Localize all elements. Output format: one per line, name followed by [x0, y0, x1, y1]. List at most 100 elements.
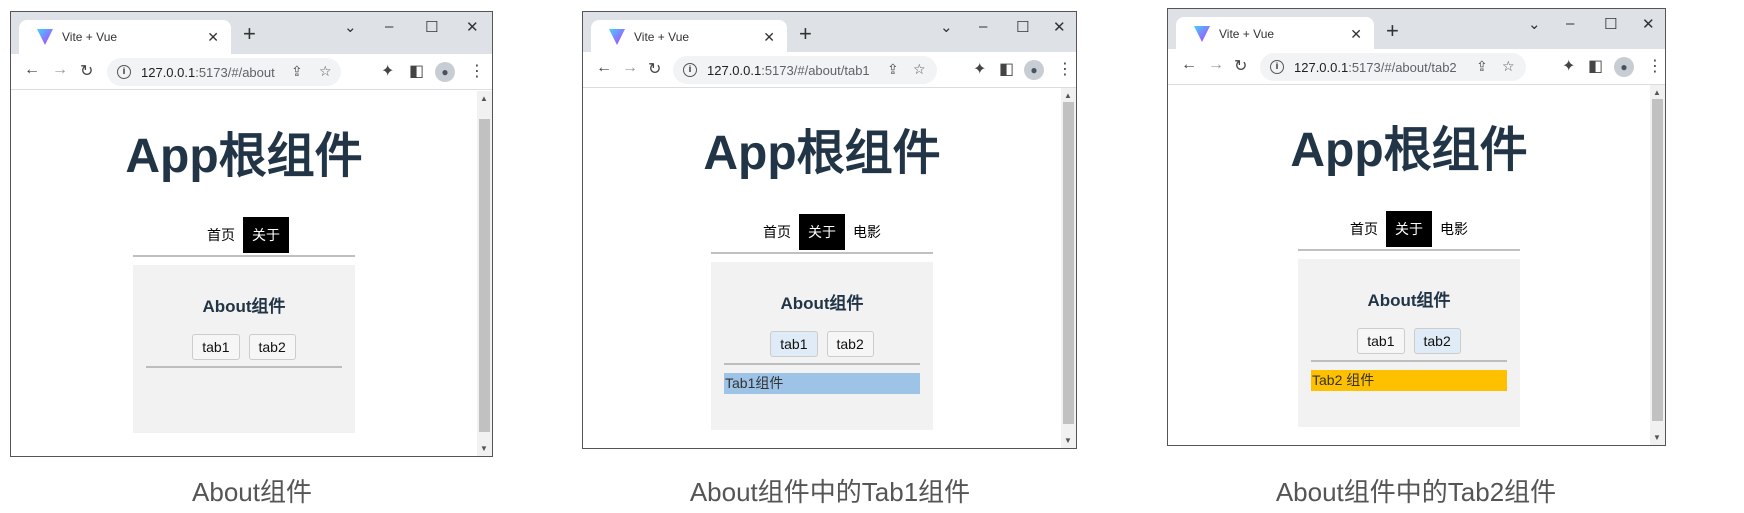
main-nav: 首页 关于 电影: [1298, 211, 1520, 251]
nav-about[interactable]: 关于: [243, 217, 289, 253]
nav-home[interactable]: 首页: [755, 214, 799, 250]
nav-home[interactable]: 首页: [1342, 211, 1386, 247]
tab-search-chevron-icon[interactable]: ⌄: [344, 18, 357, 36]
scroll-thumb[interactable]: [479, 119, 490, 432]
close-window-icon[interactable]: ✕: [466, 18, 479, 36]
about-component: About组件 tab1 tab2 Tab2 组件: [1298, 259, 1520, 427]
url-path: :5173/#/about/tab2: [1348, 59, 1457, 75]
scroll-up-icon[interactable]: ▲: [1653, 88, 1661, 97]
minimize-icon[interactable]: –: [979, 18, 987, 35]
menu-icon[interactable]: ⋮: [1647, 56, 1663, 76]
nav-about[interactable]: 关于: [1386, 211, 1432, 247]
side-panel-icon[interactable]: ◧: [409, 61, 424, 81]
tab1-button[interactable]: tab1: [770, 331, 818, 357]
menu-icon[interactable]: ⋮: [469, 61, 485, 81]
bookmark-star-icon[interactable]: ☆: [319, 63, 332, 80]
main-nav: 首页 关于: [133, 217, 355, 257]
nav-about[interactable]: 关于: [799, 214, 845, 250]
maximize-icon[interactable]: ☐: [425, 18, 438, 36]
browser-window-about: Vite + Vue ✕ + ⌄ – ☐ ✕ ← → ↻ i 127.0.0.1:5…: [10, 11, 493, 457]
share-icon[interactable]: ⇪: [1476, 58, 1488, 75]
maximize-icon[interactable]: ☐: [1016, 18, 1029, 36]
menu-icon[interactable]: ⋮: [1057, 59, 1073, 79]
back-icon[interactable]: ←: [1181, 56, 1197, 74]
about-component: About组件 tab1 tab2: [133, 265, 355, 433]
scroll-down-icon[interactable]: ▼: [480, 444, 488, 453]
scrollbar[interactable]: ▲ ▼: [1061, 88, 1076, 448]
close-window-icon[interactable]: ✕: [1053, 18, 1066, 36]
profile-avatar-icon[interactable]: ●: [1614, 57, 1634, 77]
url-host: 127.0.0.1: [707, 62, 762, 78]
forward-icon[interactable]: →: [622, 59, 638, 77]
scroll-up-icon[interactable]: ▲: [480, 94, 488, 103]
share-icon[interactable]: ⇪: [887, 61, 899, 78]
reload-icon[interactable]: ↻: [1234, 56, 1247, 76]
close-tab-icon[interactable]: ✕: [207, 29, 219, 46]
close-window-icon[interactable]: ✕: [1642, 15, 1655, 33]
scroll-thumb[interactable]: [1652, 99, 1663, 421]
back-icon[interactable]: ←: [24, 61, 40, 79]
info-icon[interactable]: i: [683, 63, 697, 77]
toolbar: ← → ↻ i 127.0.0.1:5173/#/about/tab1 ⇪ ☆ ✦ ◧…: [583, 52, 1076, 88]
url-path: :5173/#/about/tab1: [761, 62, 870, 78]
caption-about: About组件: [192, 477, 312, 507]
browser-tab[interactable]: Vite + Vue ✕: [1176, 17, 1374, 51]
close-tab-icon[interactable]: ✕: [763, 29, 775, 46]
divider: [1311, 360, 1507, 362]
tab2-button[interactable]: tab2: [248, 334, 296, 360]
tab-search-chevron-icon[interactable]: ⌄: [1528, 15, 1541, 33]
side-panel-icon[interactable]: ◧: [1588, 56, 1603, 76]
profile-avatar-icon[interactable]: ●: [435, 62, 455, 82]
scroll-thumb[interactable]: [1063, 102, 1074, 424]
tab1-button[interactable]: tab1: [1357, 328, 1405, 354]
browser-tab[interactable]: Vite + Vue ✕: [591, 20, 787, 54]
app-title: App根组件: [703, 127, 941, 180]
browser-tab[interactable]: Vite + Vue ✕: [19, 20, 231, 54]
reload-icon[interactable]: ↻: [648, 59, 661, 79]
vite-logo-icon: [37, 29, 53, 45]
browser-window-tab1: Vite + Vue ✕ + ⌄ – ☐ ✕ ← → ↻ i 127.0.0.1:5…: [582, 11, 1077, 449]
scrollbar[interactable]: ▲ ▼: [477, 91, 492, 456]
forward-icon[interactable]: →: [52, 61, 68, 79]
address-bar[interactable]: i 127.0.0.1:5173/#/about ⇪ ☆: [107, 58, 341, 86]
bookmark-star-icon[interactable]: ☆: [913, 61, 926, 78]
bookmark-star-icon[interactable]: ☆: [1502, 58, 1515, 75]
extensions-icon[interactable]: ✦: [381, 61, 394, 81]
new-tab-icon[interactable]: +: [243, 21, 256, 47]
nav-movie[interactable]: 电影: [845, 214, 889, 250]
address-bar[interactable]: i 127.0.0.1:5173/#/about/tab1 ⇪ ☆: [673, 56, 937, 84]
minimize-icon[interactable]: –: [385, 18, 393, 35]
close-tab-icon[interactable]: ✕: [1350, 26, 1362, 43]
tab2-button[interactable]: tab2: [826, 331, 874, 357]
nav-home[interactable]: 首页: [199, 217, 243, 253]
scroll-down-icon[interactable]: ▼: [1653, 433, 1661, 442]
url-path: :5173/#/about: [195, 64, 275, 80]
maximize-icon[interactable]: ☐: [1604, 15, 1617, 33]
scroll-down-icon[interactable]: ▼: [1064, 436, 1072, 445]
profile-avatar-icon[interactable]: ●: [1024, 60, 1044, 80]
back-icon[interactable]: ←: [596, 59, 612, 77]
vite-logo-icon: [1194, 26, 1210, 42]
tab2-content: Tab2 组件: [1311, 370, 1507, 391]
scroll-up-icon[interactable]: ▲: [1064, 91, 1072, 100]
new-tab-icon[interactable]: +: [1386, 18, 1399, 44]
reload-icon[interactable]: ↻: [80, 61, 93, 81]
scrollbar[interactable]: ▲ ▼: [1650, 85, 1665, 445]
forward-icon[interactable]: →: [1208, 56, 1224, 74]
address-bar[interactable]: i 127.0.0.1:5173/#/about/tab2 ⇪ ☆: [1260, 53, 1526, 81]
side-panel-icon[interactable]: ◧: [999, 59, 1014, 79]
tab-search-chevron-icon[interactable]: ⌄: [940, 18, 953, 36]
tab1-button[interactable]: tab1: [192, 334, 240, 360]
extensions-icon[interactable]: ✦: [973, 59, 986, 79]
minimize-icon[interactable]: –: [1566, 15, 1574, 32]
extensions-icon[interactable]: ✦: [1562, 56, 1575, 76]
tab2-button[interactable]: tab2: [1413, 328, 1461, 354]
info-icon[interactable]: i: [117, 65, 131, 79]
new-tab-icon[interactable]: +: [799, 21, 812, 47]
info-icon[interactable]: i: [1270, 60, 1284, 74]
tab-strip: Vite + Vue ✕ + ⌄ – ☐ ✕: [1168, 9, 1665, 51]
share-icon[interactable]: ⇪: [291, 63, 303, 80]
nav-movie[interactable]: 电影: [1432, 211, 1476, 247]
page-content: App根组件 首页 关于 电影 About组件 tab1 tab2 Tab1组件: [583, 88, 1061, 448]
url-host: 127.0.0.1: [1294, 59, 1349, 75]
